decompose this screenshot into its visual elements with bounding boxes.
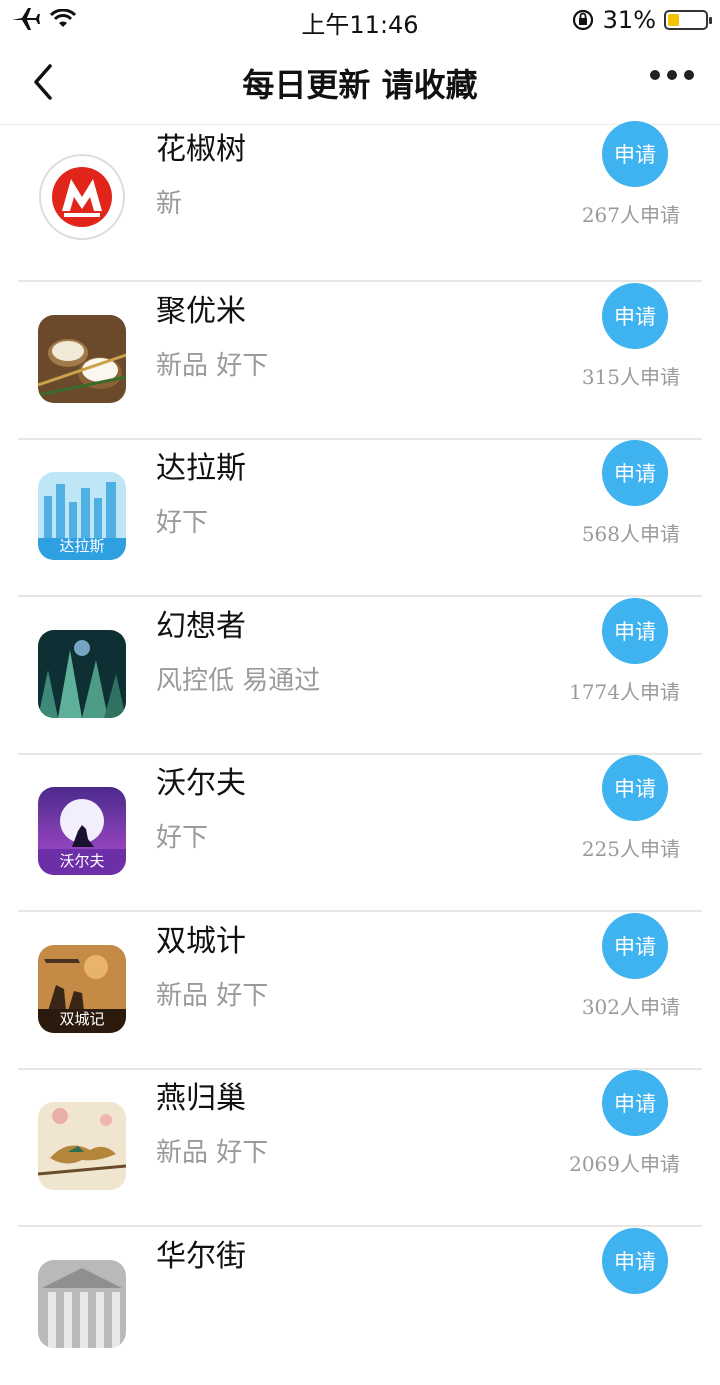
apply-button[interactable]: 申请: [602, 597, 668, 664]
applicant-count: 302人申请: [581, 994, 680, 1019]
birds-painting-icon: [38, 1102, 126, 1190]
app-tags: 新品 好下: [156, 1138, 269, 1168]
nav-bar: 每日更新 请收藏: [0, 40, 720, 125]
status-right: 31%: [571, 6, 712, 34]
app-tags: 新品 好下: [156, 350, 269, 381]
app-name: 燕归巢: [156, 1081, 246, 1116]
page-title: 每日更新 请收藏: [242, 66, 478, 104]
apply-button[interactable]: 申请: [602, 282, 668, 349]
apply-button[interactable]: 申请: [602, 1227, 668, 1294]
building-columns-icon: [38, 1259, 126, 1348]
applicant-count: 225人申请: [581, 837, 680, 861]
app-name: 聚优米: [156, 293, 246, 329]
apply-button[interactable]: 申请: [602, 440, 668, 506]
app-name: 达拉斯: [156, 451, 246, 486]
app-tags: 风控低 易通过: [156, 665, 321, 696]
icon-caption: 双城记: [59, 1009, 105, 1028]
apply-button[interactable]: 申请: [602, 755, 668, 821]
icon-caption: 沃尔夫: [59, 852, 105, 870]
wolf-moon-icon: 沃尔夫: [38, 787, 126, 875]
list-item[interactable]: 燕归巢新品 好下 申请 2069人申请: [0, 1070, 720, 1227]
applicant-count: 267人申请: [581, 203, 680, 227]
list-item[interactable]: 花椒树新 申请 267人申请: [0, 121, 720, 282]
rice-icon: [38, 314, 126, 403]
list-item[interactable]: 聚优米新品 好下 申请 315人申请: [0, 282, 720, 440]
list-item[interactable]: 达拉斯 达拉斯 好下 申请 568人申请: [0, 440, 720, 597]
list-item[interactable]: 华尔街 申请: [0, 1227, 720, 1385]
battery-fill: [668, 14, 680, 26]
app-name: 沃尔夫: [156, 766, 246, 801]
app-name: 幻想者: [156, 608, 246, 644]
applicant-count: 2069人申请: [569, 1152, 680, 1176]
apply-button[interactable]: 申请: [602, 121, 668, 187]
city-skyline-icon: 达拉斯: [38, 472, 126, 560]
soldiers-icon: 双城记: [38, 944, 126, 1033]
battery-percent: 31%: [602, 6, 656, 34]
list-item[interactable]: 沃尔夫 沃尔夫 好下 申请 225人申请: [0, 755, 720, 912]
cmb-logo-icon: [38, 153, 126, 241]
app-tags: 好下: [156, 508, 209, 538]
app-tags: 新: [156, 189, 183, 219]
orientation-lock-icon: [572, 9, 593, 31]
more-dots-icon[interactable]: [650, 70, 694, 80]
battery-icon: [664, 10, 712, 30]
app-tags: 好下: [156, 823, 209, 853]
applicant-count: 1774人申请: [569, 679, 680, 704]
applicant-count: 315人申请: [581, 364, 680, 389]
status-bar: 上午11:46 31%: [0, 0, 720, 40]
app-name: 华尔街: [156, 1238, 246, 1274]
app-tags: 新品 好下: [156, 980, 269, 1011]
icon-caption: 达拉斯: [59, 537, 105, 555]
app-name: 双城计: [156, 923, 246, 959]
applicant-count: 568人申请: [581, 522, 680, 546]
list-item[interactable]: 双城记 双城计新品 好下 申请 302人申请: [0, 912, 720, 1070]
app-name: 花椒树: [156, 132, 246, 167]
apply-button[interactable]: 申请: [602, 1070, 668, 1136]
list-item[interactable]: 幻想者风控低 易通过 申请 1774人申请: [0, 597, 720, 755]
apply-button[interactable]: 申请: [602, 912, 668, 979]
fantasy-forest-icon: [38, 629, 126, 718]
